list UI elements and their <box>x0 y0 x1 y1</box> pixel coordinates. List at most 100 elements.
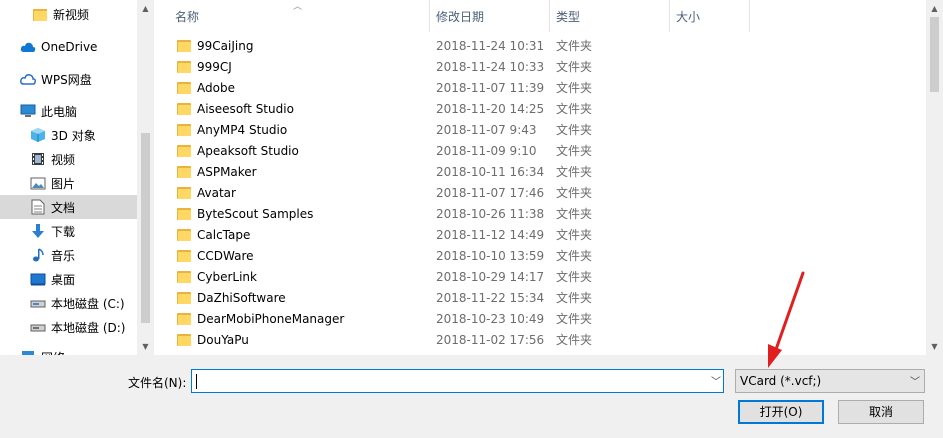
file-name: ASPMaker <box>197 164 257 179</box>
sidebar-item-music[interactable]: 音乐 <box>0 243 137 267</box>
sidebar-item-3d-objects[interactable]: 3D 对象 <box>0 123 137 147</box>
file-name: Avatar <box>197 185 236 200</box>
filename-input[interactable]: ﹀ <box>191 369 724 393</box>
sort-ascending-icon: ︿ <box>293 2 303 12</box>
file-type: 文件夹 <box>556 60 593 74</box>
file-row[interactable]: CalcTape 2018-11-12 14:49 文件夹 <box>157 224 917 245</box>
sidebar-item-drive-c[interactable]: 本地磁盘 (C:) <box>0 291 137 315</box>
sidebar-item-label: 桌面 <box>51 272 76 287</box>
sidebar-item-this-pc[interactable]: 此电脑 <box>0 99 137 123</box>
sidebar-item-label: WPS网盘 <box>41 72 92 87</box>
onedrive-cloud-icon <box>20 39 36 55</box>
file-type: 文件夹 <box>556 123 593 137</box>
file-name: Adobe <box>197 80 235 95</box>
file-type: 文件夹 <box>556 207 593 221</box>
3d-objects-icon <box>30 127 46 143</box>
file-name-cell: CyberLink <box>157 270 436 284</box>
chevron-down-icon[interactable]: ﹀ <box>711 373 721 388</box>
file-row[interactable]: ASPMaker 2018-10-11 16:34 文件夹 <box>157 161 917 182</box>
file-name: DouYaPu <box>197 332 249 347</box>
sidebar-item-label: 图片 <box>51 176 76 191</box>
column-header-type[interactable]: 类型 <box>550 0 670 32</box>
column-header-date[interactable]: 修改日期 <box>430 0 550 32</box>
file-row[interactable]: CCDWare 2018-10-10 13:59 文件夹 <box>157 245 917 266</box>
file-date: 2018-11-07 11:39 <box>436 80 545 95</box>
file-name-cell: DaZhiSoftware <box>157 291 436 305</box>
file-name-cell: AnyMP4 Studio <box>157 123 436 137</box>
file-row[interactable]: DouYaPu 2018-11-02 17:56 文件夹 <box>157 329 917 350</box>
file-date: 2018-11-07 9:43 <box>436 122 537 137</box>
file-name-cell: CCDWare <box>157 249 436 263</box>
file-row[interactable]: ByteScout Samples 2018-10-26 11:38 文件夹 <box>157 203 917 224</box>
column-header-name[interactable]: ︿ 名称 <box>157 0 430 32</box>
filetype-selected: VCard (*.vcf;) <box>740 374 822 388</box>
column-header-size[interactable]: 大小 <box>670 0 750 32</box>
file-row[interactable]: Avatar 2018-11-07 17:46 文件夹 <box>157 182 917 203</box>
folder-icon <box>177 291 191 304</box>
file-list-scrollbar[interactable]: ▲ ▼ <box>926 0 943 355</box>
file-date: 2018-10-23 10:49 <box>436 311 545 326</box>
file-date: 2018-11-02 17:56 <box>436 332 545 347</box>
scroll-up-arrow-icon[interactable]: ▲ <box>137 0 154 17</box>
file-row[interactable]: DaZhiSoftware 2018-11-22 15:34 文件夹 <box>157 287 917 308</box>
sidebar-item-downloads[interactable]: 下载 <box>0 219 137 243</box>
sidebar-item-onedrive[interactable]: OneDrive <box>0 35 137 59</box>
folder-icon <box>177 39 191 52</box>
file-type: 文件夹 <box>556 291 593 305</box>
file-date: 2018-11-24 10:31 <box>436 38 545 53</box>
file-date: 2018-10-29 14:17 <box>436 269 545 284</box>
sidebar-scrollbar[interactable]: ▲ ▼ <box>137 0 154 355</box>
sidebar-item-label: 3D 对象 <box>51 128 96 143</box>
file-row[interactable]: CyberLink 2018-10-29 14:17 文件夹 <box>157 266 917 287</box>
file-type: 文件夹 <box>556 312 593 326</box>
file-row[interactable]: Aiseesoft Studio 2018-11-20 14:25 文件夹 <box>157 98 917 119</box>
file-row[interactable]: DearMobiPhoneManager 2018-10-23 10:49 文件夹 <box>157 308 917 329</box>
folder-icon <box>177 249 191 262</box>
music-icon <box>30 247 46 263</box>
cancel-button[interactable]: 取消 <box>838 400 924 424</box>
file-name: DaZhiSoftware <box>197 290 286 305</box>
sidebar-item-new-video[interactable]: 新视频 <box>0 2 137 26</box>
file-list-scroll-thumb[interactable] <box>930 17 939 92</box>
scroll-down-arrow-icon[interactable]: ▼ <box>926 338 943 355</box>
network-icon <box>20 349 36 355</box>
file-row[interactable]: Apeaksoft Studio 2018-11-09 9:10 文件夹 <box>157 140 917 161</box>
file-type: 文件夹 <box>556 249 593 263</box>
scroll-up-arrow-icon[interactable]: ▲ <box>926 0 943 17</box>
file-date: 2018-11-22 15:34 <box>436 290 545 305</box>
file-name-cell: ASPMaker <box>157 165 436 179</box>
file-name: CyberLink <box>197 269 257 284</box>
file-name: 999CJ <box>197 59 232 74</box>
file-row[interactable]: 99CaiJing 2018-11-24 10:31 文件夹 <box>157 35 917 56</box>
sidebar-item-label: 本地磁盘 (C:) <box>51 296 125 311</box>
sidebar-item-pictures[interactable]: 图片 <box>0 171 137 195</box>
sidebar-item-label: 音乐 <box>51 248 76 263</box>
folder-icon <box>177 186 191 199</box>
file-name-cell: Avatar <box>157 186 436 200</box>
file-date: 2018-10-11 16:34 <box>436 164 545 179</box>
sidebar-item-documents[interactable]: 文档 <box>0 195 137 219</box>
file-row-partial[interactable] <box>157 350 917 355</box>
filetype-select[interactable]: VCard (*.vcf;) ﹀ <box>735 369 925 393</box>
file-name-cell: DouYaPu <box>157 333 436 347</box>
filename-label: 文件名(N): <box>128 376 187 390</box>
sidebar-item-drive-d[interactable]: 本地磁盘 (D:) <box>0 315 137 339</box>
file-list: ︿ 名称 修改日期 类型 大小 99CaiJing 2018-11-24 10:3… <box>157 0 926 355</box>
file-name: CCDWare <box>197 248 254 263</box>
open-button[interactable]: 打开(O) <box>738 400 824 424</box>
sidebar-item-label: 新视频 <box>53 7 90 22</box>
scroll-down-arrow-icon[interactable]: ▼ <box>137 338 154 355</box>
sidebar-item-label: OneDrive <box>41 40 98 54</box>
file-name: AnyMP4 Studio <box>197 122 288 137</box>
sidebar-item-network[interactable]: 网络 <box>0 345 137 355</box>
file-row[interactable]: 999CJ 2018-11-24 10:33 文件夹 <box>157 56 917 77</box>
sidebar-scroll-thumb[interactable] <box>141 133 150 323</box>
sidebar-item-wps-cloud[interactable]: WPS网盘 <box>0 67 137 91</box>
computer-icon <box>20 103 36 119</box>
file-row[interactable]: AnyMP4 Studio 2018-11-07 9:43 文件夹 <box>157 119 917 140</box>
sidebar-item-desktop[interactable]: 桌面 <box>0 267 137 291</box>
file-name-cell: DearMobiPhoneManager <box>157 312 436 326</box>
sidebar-item-videos[interactable]: 视频 <box>0 147 137 171</box>
file-row[interactable]: Adobe 2018-11-07 11:39 文件夹 <box>157 77 917 98</box>
folder-icon <box>177 333 191 346</box>
